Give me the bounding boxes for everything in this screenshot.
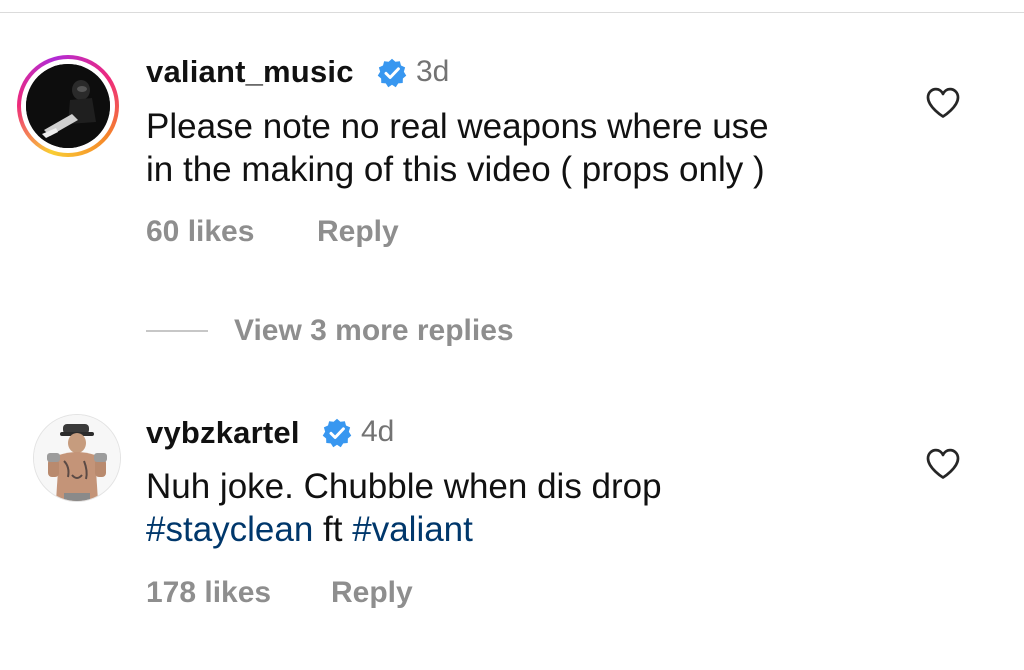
top-divider bbox=[0, 12, 1024, 13]
avatar bbox=[26, 64, 110, 148]
comment-timestamp: 3d bbox=[416, 55, 450, 88]
reply-button[interactable]: Reply bbox=[317, 215, 399, 249]
verified-badge-icon bbox=[377, 58, 407, 88]
likes-count[interactable]: 178 likes bbox=[146, 576, 271, 610]
avatar[interactable] bbox=[33, 414, 121, 502]
comment-text: Please note no real weapons where use in… bbox=[146, 107, 769, 189]
view-more-replies-button[interactable]: View 3 more replies bbox=[234, 314, 514, 348]
comment-timestamp: 4d bbox=[361, 415, 395, 448]
replies-divider-line bbox=[146, 330, 208, 332]
story-ring-avatar[interactable] bbox=[17, 55, 119, 157]
reply-button[interactable]: Reply bbox=[331, 576, 413, 610]
comment-text: Nuh joke. Chubble when dis drop #staycle… bbox=[146, 467, 662, 549]
verified-badge-icon bbox=[322, 418, 352, 448]
heart-outline-icon[interactable] bbox=[925, 86, 961, 120]
heart-outline-icon[interactable] bbox=[925, 447, 961, 481]
avatar-photo bbox=[34, 415, 120, 501]
comment-username[interactable]: vybzkartel bbox=[146, 415, 300, 451]
likes-count[interactable]: 60 likes bbox=[146, 215, 254, 249]
hashtag-link[interactable]: #valiant bbox=[352, 510, 473, 549]
avatar-photo bbox=[26, 64, 110, 148]
hashtag-link[interactable]: #stayclean bbox=[146, 510, 313, 549]
comment-username[interactable]: valiant_music bbox=[146, 54, 354, 90]
